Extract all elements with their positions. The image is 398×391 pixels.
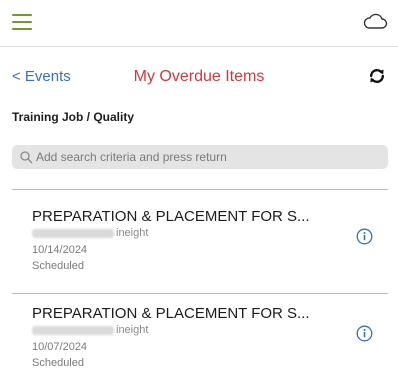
- item-owner: ineight: [32, 227, 148, 241]
- redacted-name: [32, 325, 114, 335]
- divider: [12, 189, 388, 190]
- item-date: 10/07/2024: [32, 341, 88, 353]
- nav-row: < Events My Overdue Items: [0, 64, 398, 90]
- top-bar: [0, 0, 398, 47]
- list-item[interactable]: PREPARATION & PLACEMENT FOR S... ineight…: [0, 305, 398, 391]
- item-status: Scheduled: [32, 357, 84, 369]
- redacted-name: [32, 228, 114, 238]
- info-icon[interactable]: [356, 325, 373, 342]
- list-item[interactable]: PREPARATION & PLACEMENT FOR S... ineight…: [0, 208, 398, 294]
- search-bar: [12, 145, 388, 169]
- item-status: Scheduled: [32, 260, 84, 272]
- item-owner-text: ineight: [116, 324, 149, 336]
- item-owner: ineight: [32, 324, 148, 338]
- hamburger-menu-icon[interactable]: [12, 14, 32, 30]
- refresh-icon[interactable]: [368, 67, 386, 85]
- info-icon[interactable]: [356, 228, 373, 245]
- search-input[interactable]: [36, 145, 376, 169]
- breadcrumb: Training Job / Quality: [12, 110, 135, 124]
- divider: [12, 293, 388, 294]
- cloud-icon[interactable]: [362, 10, 388, 32]
- item-date: 10/14/2024: [32, 244, 88, 256]
- search-icon: [20, 151, 33, 164]
- item-owner-text: ineight: [116, 227, 149, 239]
- page-title: My Overdue Items: [133, 68, 265, 85]
- item-title: PREPARATION & PLACEMENT FOR S...: [32, 305, 310, 322]
- item-title: PREPARATION & PLACEMENT FOR S...: [32, 208, 310, 225]
